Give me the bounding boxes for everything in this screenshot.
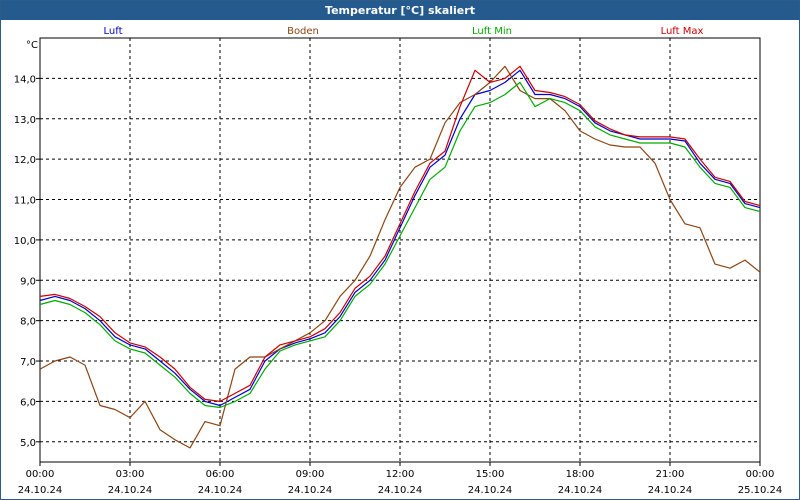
- legend-item: Boden: [287, 26, 319, 37]
- legend: Luft Boden Luft Min Luft Max: [104, 26, 704, 37]
- legend-item: Luft: [104, 26, 123, 37]
- temperature-chart: Luft Boden Luft Min Luft Max °C 5,0 6,0 7,0 8,…: [14, 26, 783, 496]
- y-tick-label: 11,0: [14, 196, 36, 207]
- x-tick-label-time: 09:00: [296, 469, 325, 480]
- y-tick-label: 10,0: [14, 236, 36, 247]
- x-tick-label-date: 24.10.24: [18, 485, 63, 496]
- x-tick-label-time: 21:00: [656, 469, 685, 480]
- y-tick-label: 12,0: [14, 155, 36, 166]
- y-tick-label: 7,0: [20, 357, 36, 368]
- x-tick-label-time: 15:00: [476, 469, 505, 480]
- y-axis-unit: °C: [26, 40, 38, 51]
- x-tick-label-date: 24.10.24: [648, 485, 693, 496]
- y-tick-label: 13,0: [14, 115, 36, 126]
- y-tick-label: 14,0: [14, 74, 36, 85]
- x-tick-label-date: 24.10.24: [558, 485, 603, 496]
- y-tick-label: 8,0: [20, 317, 36, 328]
- y-tick-label: 9,0: [20, 276, 36, 287]
- y-axis: 5,0 6,0 7,0 8,0 9,0 10,0 11,0 12,0 13,0 14,0: [14, 74, 40, 449]
- y-tick-label: 5,0: [20, 438, 36, 449]
- x-tick-label-time: 06:00: [206, 469, 235, 480]
- x-tick-label-date: 24.10.24: [288, 485, 333, 496]
- grid: [40, 38, 760, 462]
- x-tick-label-date: 24.10.24: [108, 485, 153, 496]
- x-axis: 00:00 24.10.24 03:00 24.10.24 06:00 24.10.24 0…: [18, 462, 783, 496]
- x-tick-label-time: 18:00: [566, 469, 595, 480]
- x-tick-label-date: 24.10.24: [468, 485, 513, 496]
- x-tick-label-time: 12:00: [386, 469, 415, 480]
- x-tick-label-date: 24.10.24: [378, 485, 423, 496]
- x-tick-label-time: 00:00: [26, 469, 55, 480]
- legend-item: Luft Max: [661, 26, 704, 37]
- x-tick-label-time: 00:00: [746, 469, 775, 480]
- y-tick-label: 6,0: [20, 397, 36, 408]
- x-tick-label-time: 03:00: [116, 469, 145, 480]
- x-tick-label-date: 25.10.24: [738, 485, 783, 496]
- x-tick-label-date: 24.10.24: [198, 485, 243, 496]
- legend-item: Luft Min: [472, 26, 512, 37]
